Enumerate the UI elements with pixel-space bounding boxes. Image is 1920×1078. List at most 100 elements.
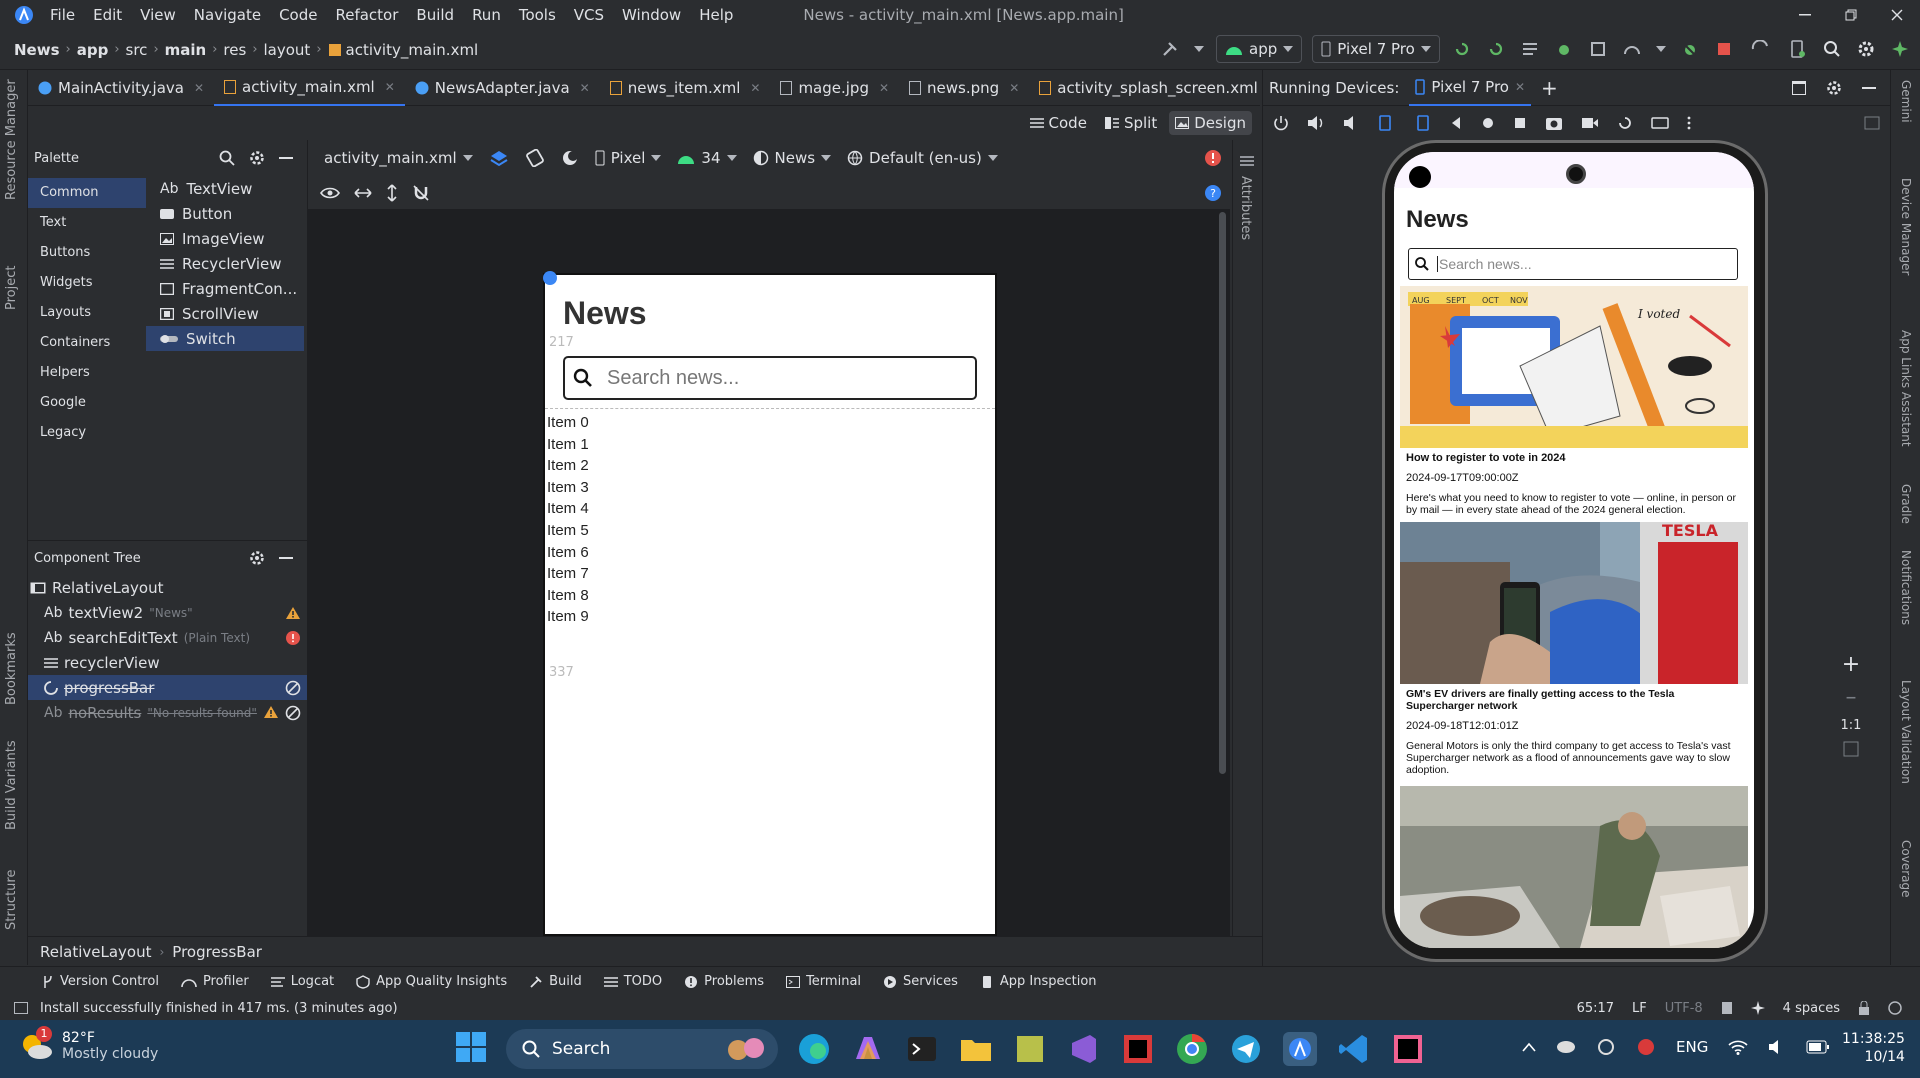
file-selector[interactable]: activity_main.xml	[324, 149, 473, 167]
back-icon[interactable]	[1449, 116, 1463, 130]
bookmarks-tab[interactable]: Bookmarks	[4, 632, 19, 705]
device-manager-tab[interactable]: Device Manager	[1899, 178, 1913, 275]
bug-icon[interactable]	[1678, 40, 1702, 58]
preview-list-item[interactable]: Item 1	[547, 434, 589, 456]
device-preview-selector[interactable]: Pixel	[595, 149, 662, 167]
eye-icon[interactable]	[320, 186, 340, 200]
hammer-icon[interactable]	[1158, 40, 1182, 58]
palette-item-switch[interactable]: Switch	[146, 326, 304, 351]
tool-window-services[interactable]: Services	[883, 974, 958, 989]
coverage-tab[interactable]: Coverage	[1899, 840, 1913, 898]
visual-studio-icon[interactable]	[1066, 1031, 1102, 1067]
home-icon[interactable]	[1481, 116, 1495, 130]
resource-manager-tab[interactable]: Resource Manager	[4, 79, 19, 200]
chevron-up-icon[interactable]	[1522, 1042, 1536, 1052]
breadcrumb-item[interactable]: News	[14, 41, 60, 59]
clock[interactable]: 11:38:25 10/14	[1842, 1030, 1905, 1066]
breadcrumb-item[interactable]: main	[165, 41, 207, 59]
close-icon[interactable]	[1874, 0, 1920, 30]
layout-icon[interactable]	[1518, 40, 1542, 58]
language-indicator[interactable]: ENG	[1676, 1038, 1708, 1056]
tool-window-todo[interactable]: TODO	[603, 974, 662, 989]
search-icon[interactable]	[1820, 40, 1844, 58]
menu-help[interactable]: Help	[699, 6, 733, 24]
preview-list-item[interactable]: Item 0	[547, 412, 589, 434]
breadcrumb-item[interactable]: app	[77, 41, 109, 59]
tree-node-textview2[interactable]: Ab textView2 "News"	[28, 600, 307, 625]
palette-item-fragmentcon-[interactable]: FragmentCon...	[146, 276, 304, 301]
help-icon[interactable]: ?	[1204, 184, 1222, 202]
vscode-icon[interactable]	[1336, 1031, 1372, 1067]
zoom-in-icon[interactable]: +	[1842, 652, 1860, 677]
chevron-down-icon[interactable]	[1192, 46, 1206, 52]
tab-newsadapter-java[interactable]: NewsAdapter.java ✕	[405, 70, 600, 106]
visibility-gone-icon[interactable]	[285, 680, 301, 696]
close-tab-icon[interactable]: ✕	[194, 81, 204, 95]
expand-horizontal-icon[interactable]	[354, 187, 372, 199]
close-tab-icon[interactable]: ✕	[385, 80, 395, 94]
tool-window-terminal[interactable]: Terminal	[786, 974, 861, 989]
layout-preview[interactable]: News 217 Search news... Item 0 Item 1 Item…	[543, 271, 997, 936]
speaker-icon[interactable]	[1768, 1039, 1786, 1055]
palette-category-containers[interactable]: Containers	[28, 328, 146, 358]
weather-widget[interactable]: 1 82°F Mostly cloudy	[18, 1026, 158, 1064]
close-tab-icon[interactable]: ✕	[750, 81, 760, 95]
line-separator[interactable]: LF	[1632, 1001, 1647, 1016]
close-tab-icon[interactable]: ✕	[580, 81, 590, 95]
breadcrumb-item[interactable]: activity_main.xml	[346, 41, 479, 59]
build-variants-tab[interactable]: Build Variants	[4, 740, 19, 830]
file-encoding[interactable]: UTF-8	[1665, 1001, 1703, 1016]
breadcrumb-item[interactable]: layout	[264, 41, 311, 59]
design-view-button[interactable]: Design	[1169, 111, 1252, 135]
tool-window-build[interactable]: Build	[529, 974, 582, 989]
tab-mainactivity-java[interactable]: MainActivity.java ✕	[28, 70, 214, 106]
sync-tray-icon[interactable]	[1596, 1038, 1616, 1056]
breadcrumb-item[interactable]: res	[223, 41, 246, 59]
module-selector[interactable]: app	[1216, 35, 1303, 63]
night-mode-icon[interactable]	[561, 149, 579, 167]
article-title-2[interactable]: GM's EV drivers are finally getting acce…	[1406, 688, 1742, 712]
palette-category-legacy[interactable]: Legacy	[28, 418, 146, 448]
screenshot-icon[interactable]	[1545, 115, 1563, 131]
error-icon[interactable]	[285, 630, 301, 646]
intellij-icon[interactable]	[1390, 1031, 1426, 1067]
chevron-down-icon[interactable]	[1654, 46, 1668, 52]
preview-list-item[interactable]: Item 5	[547, 520, 589, 542]
menu-window[interactable]: Window	[622, 6, 681, 24]
gradle-tab[interactable]: Gradle	[1899, 484, 1913, 524]
menu-code[interactable]: Code	[279, 6, 317, 24]
close-tab-icon[interactable]: ✕	[1515, 80, 1525, 94]
minimize-panel-icon[interactable]	[279, 157, 293, 159]
palette-item-button[interactable]: Button	[146, 201, 304, 226]
palette-category-google[interactable]: Google	[28, 388, 146, 418]
settings-icon[interactable]	[1854, 40, 1878, 58]
preview-list-item[interactable]: Item 3	[547, 477, 589, 499]
minimize-panel-icon[interactable]	[1862, 86, 1876, 89]
app-icon[interactable]	[1012, 1031, 1048, 1067]
structure-tab[interactable]: Structure	[4, 870, 19, 930]
tree-node-progressbar[interactable]: progressBar	[28, 675, 307, 700]
article-image-2[interactable]: TESLA	[1400, 522, 1748, 684]
palette-category-layouts[interactable]: Layouts	[28, 298, 146, 328]
readonly-icon[interactable]	[1721, 1001, 1733, 1015]
device-screen[interactable]: News Search news... AUG SEPT OCT NOV I v…	[1394, 152, 1754, 948]
palette-item-imageview[interactable]: ImageView	[146, 226, 304, 251]
close-tab-icon[interactable]: ✕	[1009, 81, 1019, 95]
attributes-icon[interactable]	[1240, 154, 1254, 168]
rotate-right-icon[interactable]	[1413, 114, 1431, 132]
keyboard-icon[interactable]	[1651, 116, 1669, 130]
preview-list-item[interactable]: Item 2	[547, 455, 589, 477]
tree-node-recyclerview[interactable]: recyclerView	[28, 650, 307, 675]
split-view-button[interactable]: Split	[1099, 114, 1163, 132]
tool-window-app-inspection[interactable]: App Inspection	[980, 974, 1097, 989]
tray-app-icon[interactable]	[1556, 1038, 1576, 1056]
preview-list-item[interactable]: Item 4	[547, 498, 589, 520]
crumb-progressbar[interactable]: ProgressBar	[172, 943, 262, 961]
crumb-relativelayout[interactable]: RelativeLayout	[40, 943, 151, 961]
theme-selector[interactable]: News	[753, 149, 832, 167]
device-manager-icon[interactable]	[1786, 40, 1810, 58]
tab-activity-main-xml[interactable]: activity_main.xml ✕	[214, 69, 405, 106]
menu-run[interactable]: Run	[472, 6, 501, 24]
tab-activity-splash-screen-xml[interactable]: activity_splash_screen.xml✕	[1029, 70, 1288, 106]
tab-mage-jpg[interactable]: mage.jpg ✕	[770, 70, 899, 106]
